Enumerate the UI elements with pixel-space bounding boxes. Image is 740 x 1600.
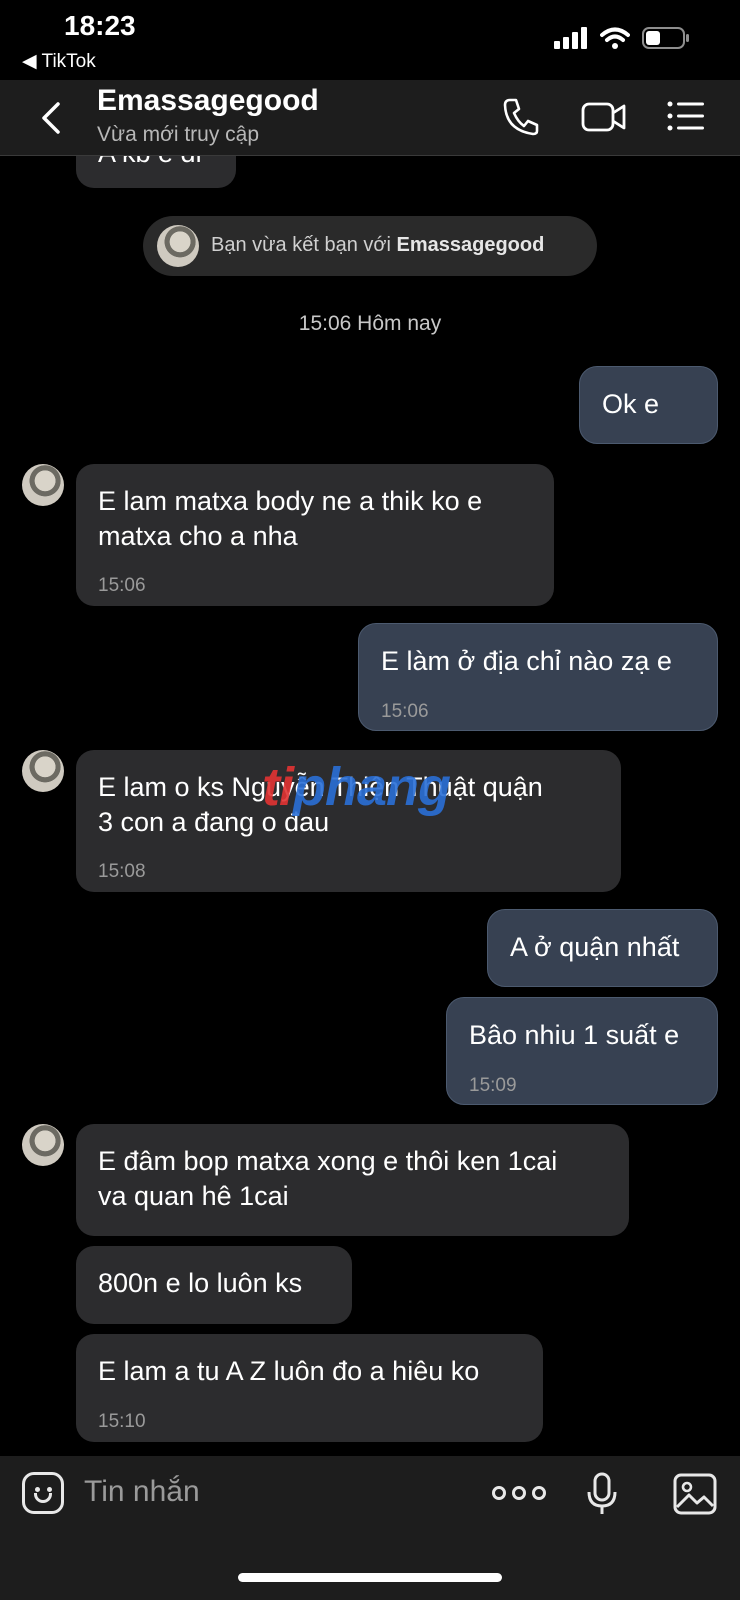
menu-list-icon[interactable] bbox=[666, 96, 706, 136]
message-bubble-outgoing[interactable]: E làm ở địa chỉ nào zạ e 15:06 bbox=[358, 623, 718, 731]
message-time: 15:06 bbox=[381, 701, 429, 722]
home-indicator[interactable] bbox=[238, 1573, 502, 1582]
message-bubble-incoming[interactable]: 800n e lo luôn ks bbox=[76, 1246, 352, 1324]
message-time: 15:08 bbox=[98, 861, 146, 882]
chat-header: Emassagegood Vừa mới truy cập bbox=[0, 80, 740, 156]
emoji-sticker-icon[interactable] bbox=[22, 1472, 64, 1514]
notice-name: Emassagegood bbox=[396, 234, 545, 256]
message-text: E đâm bop matxa xong e thôi ken 1cai va … bbox=[98, 1146, 558, 1211]
message-bubble-incoming[interactable]: E lam a tu A Z luôn đo a hiêu ko 15:10 bbox=[76, 1334, 543, 1442]
friend-added-notice: Bạn vừa kết bạn với Emassagegood bbox=[143, 216, 597, 276]
day-timestamp: 15:06 Hôm nay bbox=[298, 312, 442, 335]
image-gallery-icon[interactable] bbox=[673, 1473, 717, 1515]
message-text: A ở quận nhất bbox=[510, 932, 680, 962]
message-bubble-outgoing[interactable]: Ok e bbox=[579, 366, 718, 444]
microphone-icon[interactable] bbox=[586, 1472, 618, 1516]
message-time: 15:06 bbox=[98, 575, 146, 596]
notice-text: Bạn vừa kết bạn với Emassagegood bbox=[211, 234, 544, 257]
video-call-icon[interactable] bbox=[581, 96, 627, 136]
message-text: E làm ở địa chỉ nào zạ e bbox=[381, 646, 672, 676]
message-bubble-incoming[interactable]: E đâm bop matxa xong e thôi ken 1cai va … bbox=[76, 1124, 629, 1236]
message-text: Ok e bbox=[602, 389, 660, 419]
message-bubble-outgoing[interactable]: Bâo nhiu 1 suất e 15:09 bbox=[446, 997, 718, 1105]
avatar bbox=[157, 225, 199, 267]
status-icons bbox=[554, 26, 690, 50]
contact-status: Vừa mới truy cập bbox=[97, 123, 260, 146]
contact-name[interactable]: Emassagegood bbox=[97, 84, 319, 118]
avatar[interactable] bbox=[22, 1124, 64, 1166]
message-text: E lam a tu A Z luôn đo a hiêu ko bbox=[98, 1356, 480, 1386]
message-time: 15:09 bbox=[469, 1075, 517, 1096]
message-input[interactable] bbox=[84, 1470, 464, 1514]
watermark-part2: phang bbox=[293, 757, 451, 817]
back-arrow-icon[interactable] bbox=[36, 98, 66, 138]
watermark-logo: tiphang bbox=[262, 756, 451, 818]
message-text: E lam matxa body ne a thik ko e matxa ch… bbox=[98, 486, 483, 551]
message-text: Bâo nhiu 1 suất e bbox=[469, 1020, 680, 1050]
signal-icon bbox=[554, 27, 587, 49]
message-text: A kb e di bbox=[98, 156, 202, 171]
notice-prefix: Bạn vừa kết bạn với bbox=[211, 234, 397, 256]
status-time: 18:23 bbox=[64, 10, 136, 41]
phone-call-icon[interactable] bbox=[502, 96, 540, 136]
more-options-icon[interactable] bbox=[492, 1486, 546, 1500]
message-time: 15:10 bbox=[98, 1411, 146, 1432]
message-bubble-outgoing[interactable]: A ở quận nhất bbox=[487, 909, 718, 987]
watermark-part1: ti bbox=[262, 757, 294, 817]
message-bubble-incoming[interactable]: E lam matxa body ne a thik ko e matxa ch… bbox=[76, 464, 554, 606]
avatar[interactable] bbox=[22, 750, 64, 792]
message-list[interactable]: A kb e di Bạn vừa kết bạn với Emassagego… bbox=[0, 156, 740, 1456]
battery-icon bbox=[642, 27, 689, 49]
avatar[interactable] bbox=[22, 464, 64, 506]
message-bubble-partial[interactable]: A kb e di bbox=[76, 156, 236, 188]
wifi-icon bbox=[600, 27, 630, 49]
message-text: 800n e lo luôn ks bbox=[98, 1268, 303, 1298]
back-to-app-link[interactable]: ◀ TikTok bbox=[22, 50, 96, 73]
